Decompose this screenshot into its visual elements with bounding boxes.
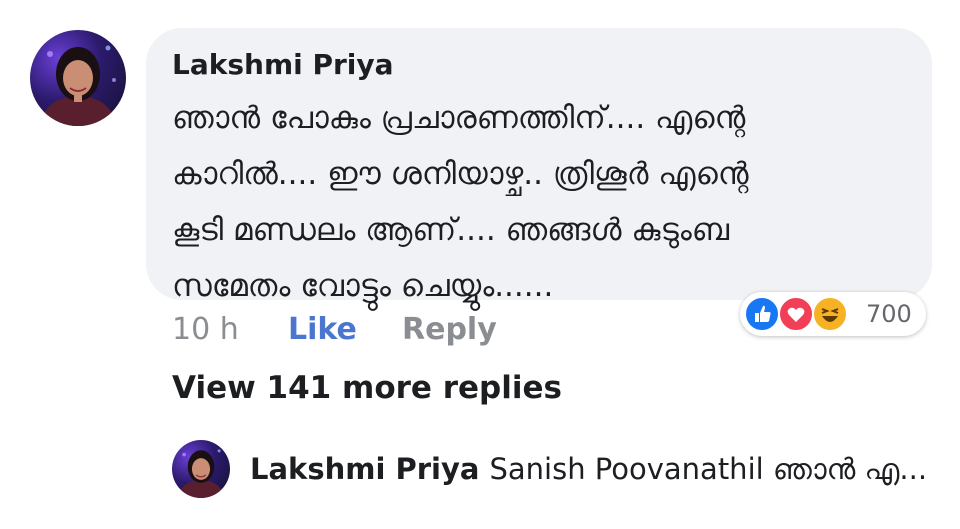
like-icon xyxy=(744,296,780,332)
comment-timestamp[interactable]: 10 h xyxy=(172,312,239,347)
comment-line: കാറിൽ.... ഈ ശനിയാഴ്ച.. ത്രിശൂർ എന്റെ xyxy=(172,156,749,192)
view-more-replies-link[interactable]: View 141 more replies xyxy=(172,370,562,406)
reply-author[interactable]: Lakshmi Priya xyxy=(250,452,479,486)
reply-snippet: Sanish Poovanathil ഞാൻ എ... xyxy=(489,452,928,486)
comment-author[interactable]: Lakshmi Priya xyxy=(172,48,394,81)
love-icon xyxy=(778,296,814,332)
reply-avatar[interactable] xyxy=(172,440,230,498)
reply-button[interactable]: Reply xyxy=(402,312,497,347)
commenter-avatar[interactable] xyxy=(30,30,126,126)
comment-line: കൂടി മണ്ഡലം ആണ്.... ഞങ്ങൾ കുടുംബ xyxy=(172,212,730,248)
haha-icon xyxy=(812,296,848,332)
reply-preview[interactable]: Lakshmi Priya Sanish Poovanathil ഞാൻ എ... xyxy=(250,452,927,487)
reactions-summary[interactable]: 700 xyxy=(740,292,926,336)
reaction-count: 700 xyxy=(866,300,912,328)
comment-text: ഞാൻ പോകും പ്രചാരണത്തിന്.... എന്റെ കാറിൽ.… xyxy=(172,90,912,314)
comment-line: ഞാൻ പോകും പ്രചാരണത്തിന്.... എന്റെ xyxy=(172,100,746,136)
like-button[interactable]: Like xyxy=(288,312,357,347)
